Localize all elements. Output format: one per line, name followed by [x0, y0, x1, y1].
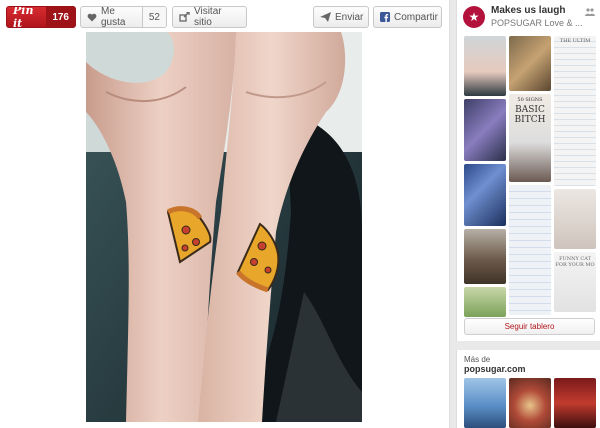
pin-it-label: Pin it: [13, 6, 34, 28]
like-count: 52: [141, 7, 166, 27]
board-title[interactable]: Makes us laugh: [491, 5, 565, 16]
more-thumb[interactable]: [464, 378, 506, 428]
board-thumb[interactable]: 50 SIGNS BASIC BITCH: [509, 94, 551, 182]
action-bar: Pin it 176 Me gusta 52 Visitar sitio Env…: [0, 0, 450, 32]
more-from-card: Más de popsugar.com: [456, 350, 600, 428]
pin-card: Pin it 176 Me gusta 52 Visitar sitio Env…: [0, 0, 450, 428]
send-icon: [320, 12, 331, 22]
send-label: Enviar: [335, 11, 364, 23]
list-thumb-header-text: THE ULTIM: [559, 38, 591, 44]
pin-image[interactable]: [86, 32, 362, 422]
star-icon[interactable]: ★: [463, 6, 485, 28]
board-owner[interactable]: POPSUGAR Love & ...: [491, 18, 583, 28]
board-thumb[interactable]: [509, 185, 551, 315]
basic-thumb-top-text: 50 SIGNS: [517, 97, 543, 103]
more-thumb[interactable]: [509, 378, 551, 428]
board-thumb[interactable]: [464, 164, 506, 226]
board-thumb[interactable]: [464, 36, 506, 96]
visit-site-button[interactable]: Visitar sitio: [172, 6, 247, 28]
send-button[interactable]: Enviar: [313, 6, 369, 28]
heart-icon: [87, 13, 97, 21]
board-thumbnails: 50 SIGNS BASIC BITCH THE ULTIM FUNNY CAT…: [464, 36, 596, 317]
more-from-label: Más de: [464, 355, 491, 364]
board-thumb[interactable]: [554, 189, 596, 249]
funny-thumb-caption: FUNNY CAT FOR YOUR MO: [555, 256, 595, 268]
board-thumb[interactable]: FUNNY CAT FOR YOUR MO: [554, 252, 596, 312]
board-card: ★ Makes us laugh POPSUGAR Love & ... 50 …: [456, 0, 600, 341]
facebook-icon: [380, 12, 390, 22]
board-thumb[interactable]: [464, 287, 506, 317]
more-thumb[interactable]: [554, 378, 596, 428]
arrow-out-icon: [179, 12, 190, 22]
more-from-site[interactable]: popsugar.com: [464, 364, 526, 374]
like-button[interactable]: Me gusta 52: [80, 6, 167, 28]
visit-site-label: Visitar sitio: [194, 6, 222, 28]
board-thumb[interactable]: [464, 99, 506, 161]
people-icon: [585, 8, 595, 16]
share-button[interactable]: Compartir: [373, 6, 442, 28]
basic-thumb-main-text: BASIC BITCH: [514, 105, 546, 125]
pizza-tattoo-photo: [86, 32, 362, 422]
pin-count: 176: [46, 7, 75, 27]
follow-board-button[interactable]: Seguir tablero: [464, 318, 595, 335]
share-label: Compartir: [394, 11, 438, 23]
board-thumb[interactable]: THE ULTIM: [554, 36, 596, 186]
board-thumb[interactable]: [509, 36, 551, 91]
board-thumb[interactable]: [464, 229, 506, 284]
like-label: Me gusta: [101, 6, 126, 28]
pin-it-button[interactable]: Pin it 176: [6, 6, 76, 28]
